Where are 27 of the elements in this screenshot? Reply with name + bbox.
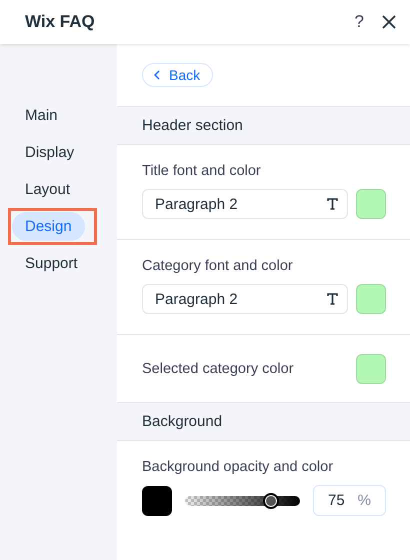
text-icon [327, 198, 338, 210]
section-header: Header section [117, 106, 410, 144]
slider-thumb[interactable] [263, 492, 280, 508]
sidebar-item[interactable]: Support [12, 249, 91, 278]
help-button[interactable]: ? [354, 12, 364, 32]
sidebar-item[interactable]: Display [12, 138, 88, 167]
sidebar-item[interactable]: Design [12, 212, 85, 241]
window-title: Wix FAQ [25, 12, 96, 32]
color-swatch[interactable] [142, 486, 172, 516]
sidebar-item[interactable]: Layout [12, 175, 84, 204]
color-swatch[interactable] [356, 354, 386, 384]
setting-label: Title font and color [142, 163, 262, 179]
opacity-slider[interactable] [185, 496, 300, 506]
opacity-input[interactable]: 75 % [313, 485, 386, 516]
chevron-left-icon [154, 70, 160, 80]
color-swatch[interactable] [356, 189, 386, 219]
text-icon [327, 293, 338, 305]
close-icon[interactable] [382, 15, 396, 29]
back-button[interactable]: Back [142, 63, 214, 87]
setting-label: Category font and color [142, 258, 294, 274]
sidebar-item[interactable]: Main [12, 101, 71, 130]
setting-label: Selected category color [142, 360, 294, 376]
font-dropdown[interactable]: Paragraph 2 [142, 189, 348, 219]
setting-label: Background opacity and color [142, 459, 334, 475]
section-header: Background [117, 402, 410, 440]
color-swatch[interactable] [356, 284, 386, 314]
font-dropdown[interactable]: Paragraph 2 [142, 284, 348, 314]
